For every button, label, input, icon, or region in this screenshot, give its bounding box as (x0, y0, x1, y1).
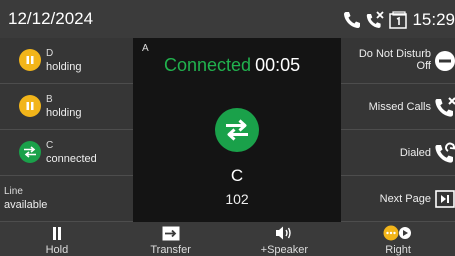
line-key-c[interactable]: C connected (0, 130, 133, 176)
call-tag: A (142, 43, 149, 54)
line-name: B (46, 94, 53, 105)
dialed-call-icon (433, 141, 455, 165)
speaker-icon (228, 225, 342, 241)
contact-name: C (230, 166, 244, 185)
missed-call-icon (433, 95, 455, 119)
status-bar: 12/12/2024 15:29 (0, 0, 455, 38)
line-state: holding (46, 107, 82, 119)
next-page-label: Next Page (379, 193, 431, 205)
line-key-available[interactable]: Line available (0, 176, 133, 222)
speaker-button[interactable]: +Speaker (228, 222, 342, 256)
missed-call-icon (365, 10, 385, 30)
right-button[interactable]: Right (341, 222, 455, 256)
bottom-softkey-bar: Hold Transfer +Speaker Right (0, 222, 455, 256)
phone-handset-icon (342, 10, 362, 30)
do-not-disturb-softkey[interactable]: Do Not Disturb Off (341, 38, 455, 84)
hold-button[interactable]: Hold (0, 222, 114, 256)
active-call-panel: A Connected 00:05 C 102 (133, 38, 341, 222)
dialed-softkey[interactable]: Dialed (341, 130, 455, 176)
contact-number: 102 (225, 191, 249, 207)
speaker-label: +Speaker (260, 244, 309, 256)
dnd-title: Do Not Disturb (358, 48, 431, 60)
next-page-icon (433, 187, 455, 211)
more-options-icon (341, 225, 455, 241)
line-key-b[interactable]: B holding (0, 84, 133, 130)
line-state: holding (46, 61, 82, 73)
line-key-d[interactable]: D holding (0, 38, 133, 84)
line-state: available (4, 199, 48, 211)
hold-label: Hold (45, 244, 69, 256)
right-label: Right (385, 244, 411, 256)
call-duration: 00:05 (255, 55, 301, 75)
pause-icon (19, 49, 41, 71)
pause-icon (0, 225, 114, 241)
line-name: C (46, 140, 54, 151)
status-icons: 15:29 (342, 9, 455, 31)
call-status-text: Connected (164, 55, 252, 75)
line-state: connected (46, 153, 97, 165)
softkey-column: Do Not Disturb Off Missed Calls Dialed N… (341, 38, 455, 222)
dnd-state: Off (416, 60, 431, 72)
call-status: Connected 00:05 (164, 55, 300, 76)
transfer-label: Transfer (150, 244, 191, 256)
next-page-softkey[interactable]: Next Page (341, 176, 455, 222)
status-time: 15:29 (412, 10, 455, 29)
status-date: 12/12/2024 (8, 9, 94, 28)
transfer-arrows-icon (215, 108, 259, 152)
minus-circle-icon (433, 49, 455, 73)
line-key-column: D holding B holding C connected Line ava… (0, 38, 133, 222)
transfer-icon (114, 225, 228, 241)
line-name: D (46, 48, 54, 59)
transfer-arrows-icon (19, 141, 41, 163)
missed-calls-label: Missed Calls (368, 101, 431, 113)
pause-icon (19, 95, 41, 117)
missed-calls-softkey[interactable]: Missed Calls (341, 84, 455, 130)
transfer-button[interactable]: Transfer (114, 222, 228, 256)
voicemail-icon (388, 10, 408, 30)
line-name: Line (4, 186, 23, 197)
dialed-label: Dialed (399, 147, 431, 159)
dnd-label: Do Not Disturb Off (359, 48, 431, 72)
